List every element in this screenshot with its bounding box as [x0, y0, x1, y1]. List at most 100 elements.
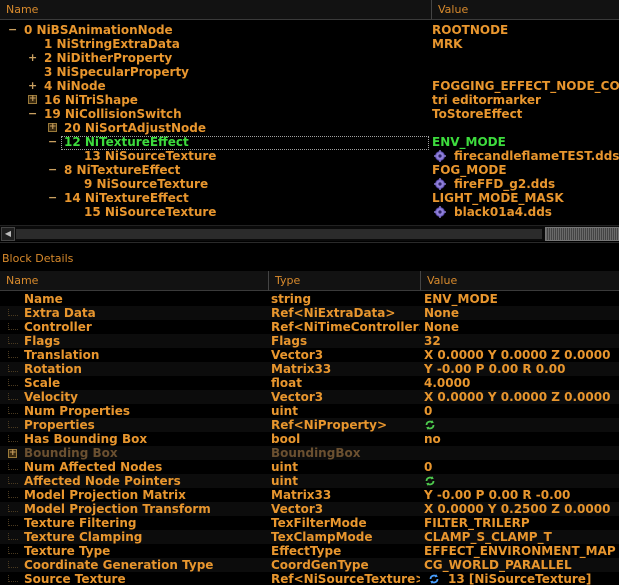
detail-row[interactable]: Translation Vector3 X 0.0000 Y 0.0000 Z 0.…: [0, 348, 619, 362]
scroll-track[interactable]: [16, 229, 542, 239]
detail-row[interactable]: Num Affected Nodes uint 0: [0, 460, 619, 474]
detail-type: BoundingBox: [271, 446, 361, 460]
tree-row-value: black01a4.dds: [434, 205, 619, 219]
detail-value[interactable]: 4.0000: [424, 376, 619, 390]
details-header-type[interactable]: Type: [268, 271, 420, 291]
detail-row[interactable]: Controller Ref<NiTimeController> None: [0, 320, 619, 334]
detail-row[interactable]: Velocity Vector3 X 0.0000 Y 0.0000 Z 0.000…: [0, 390, 619, 404]
detail-type: Matrix33: [271, 488, 332, 502]
detail-value[interactable]: CG_WORLD_PARALLEL: [424, 558, 619, 572]
expand-icon[interactable]: +: [28, 52, 37, 63]
detail-value[interactable]: 13 [NiSourceTexture]: [428, 572, 619, 585]
detail-value[interactable]: Y -0.00 P 0.00 R -0.00: [424, 488, 619, 502]
detail-name: Extra Data: [24, 306, 96, 320]
collapse-icon[interactable]: −: [8, 24, 17, 35]
tree-row[interactable]: −8 NiTextureEffect FOG_MODE: [0, 163, 619, 177]
detail-row[interactable]: Affected Node Pointers uint: [0, 474, 619, 488]
detail-type: Flags: [271, 334, 308, 348]
detail-type: Vector3: [271, 502, 324, 516]
refresh-link-icon[interactable]: [424, 419, 436, 431]
tree-connector: [8, 463, 18, 470]
tree-connector: [8, 421, 18, 428]
detail-value[interactable]: FILTER_TRILERP: [424, 516, 619, 530]
detail-value[interactable]: EFFECT_ENVIRONMENT_MAP: [424, 544, 619, 558]
detail-value[interactable]: [424, 474, 619, 488]
collapse-icon[interactable]: −: [48, 192, 57, 203]
detail-value[interactable]: 0: [424, 404, 619, 418]
detail-row[interactable]: Model Projection Matrix Matrix33 Y -0.00 P…: [0, 488, 619, 502]
detail-value[interactable]: 32: [424, 334, 619, 348]
detail-value[interactable]: Y -0.00 P 0.00 R 0.00: [424, 362, 619, 376]
tree-row-value-text: fireFFD_g2.dds: [454, 177, 556, 191]
detail-value[interactable]: X 0.0000 Y 0.0000 Z 0.0000: [424, 348, 619, 362]
collapse-icon[interactable]: −: [48, 136, 57, 147]
detail-row[interactable]: Texture Filtering TexFilterMode FILTER_TRI…: [0, 516, 619, 530]
scroll-left-arrow-icon[interactable]: ◀: [1, 227, 15, 241]
tree-row-value: firecandleflameTEST.dds: [434, 149, 619, 163]
detail-value[interactable]: ENV_MODE: [424, 292, 619, 306]
expand-icon[interactable]: +: [48, 123, 57, 132]
tree-row-value: fireFFD_g2.dds: [434, 177, 619, 191]
tree-row-name: 2 NiDitherProperty: [44, 51, 173, 65]
detail-value[interactable]: no: [424, 432, 619, 446]
tree-row[interactable]: +20 NiSortAdjustNode: [0, 121, 619, 135]
detail-value[interactable]: 0: [424, 460, 619, 474]
tree-row[interactable]: +16 NiTriShape tri editormarker: [0, 93, 619, 107]
detail-row[interactable]: Name string ENV_MODE: [0, 292, 619, 306]
detail-row[interactable]: Num Properties uint 0: [0, 404, 619, 418]
tree-horizontal-scrollbar[interactable]: ◀: [0, 225, 619, 241]
tree-row-name: 4 NiNode: [44, 79, 106, 93]
detail-value[interactable]: X 0.0000 Y 0.2500 Z 0.0000: [424, 502, 619, 516]
tree-connector: [8, 323, 18, 330]
detail-value[interactable]: CLAMP_S_CLAMP_T: [424, 530, 619, 544]
refresh-link-icon[interactable]: [428, 573, 440, 585]
detail-value[interactable]: None: [424, 306, 619, 320]
expand-icon[interactable]: +: [28, 95, 37, 104]
tree-row-name: 15 NiSourceTexture: [84, 205, 217, 219]
collapse-icon[interactable]: −: [28, 108, 37, 119]
tree-row[interactable]: −14 NiTextureEffect LIGHT_MODE_MASK: [0, 191, 619, 205]
tree-header-name[interactable]: Name: [0, 0, 431, 20]
tree-row[interactable]: 1 NiStringExtraData MRK: [0, 37, 619, 51]
tree-header-name-label: Name: [6, 3, 39, 16]
tree-connector: [8, 407, 18, 414]
detail-value[interactable]: X 0.0000 Y 0.0000 Z 0.0000: [424, 390, 619, 404]
tree-row[interactable]: 13 NiSourceTexture firecandleflameTEST.dd…: [0, 149, 619, 163]
refresh-link-icon[interactable]: [424, 475, 436, 487]
detail-row[interactable]: Scale float 4.0000: [0, 376, 619, 390]
detail-row[interactable]: Source Texture Ref<NiSourceTexture> 13 [Ni…: [0, 572, 619, 585]
detail-value[interactable]: [424, 446, 619, 460]
tree-row[interactable]: +2 NiDitherProperty: [0, 51, 619, 65]
details-header-value[interactable]: Value: [420, 271, 619, 291]
detail-row[interactable]: Extra Data Ref<NiExtraData> None: [0, 306, 619, 320]
expand-icon[interactable]: +: [28, 80, 37, 91]
tree-row[interactable]: −0 NiBSAnimationNode ROOTNODE: [0, 23, 619, 37]
detail-row[interactable]: Rotation Matrix33 Y -0.00 P 0.00 R 0.00: [0, 362, 619, 376]
detail-name: Model Projection Transform: [24, 502, 211, 516]
tree-header-value[interactable]: Value: [431, 0, 619, 20]
collapse-icon[interactable]: −: [48, 164, 57, 175]
detail-row[interactable]: + Bounding Box BoundingBox: [0, 446, 619, 460]
tree-row[interactable]: 15 NiSourceTexture black01a4.dds: [0, 205, 619, 219]
detail-row[interactable]: Coordinate Generation Type CoordGenType CG…: [0, 558, 619, 572]
detail-row[interactable]: Texture Clamping TexClampMode CLAMP_S_CLAM…: [0, 530, 619, 544]
tree-row[interactable]: +4 NiNode FOGGING_EFFECT_NODE_CONTR: [0, 79, 619, 93]
detail-value[interactable]: [424, 418, 619, 432]
detail-name: Affected Node Pointers: [24, 474, 181, 488]
expand-icon[interactable]: +: [8, 449, 17, 458]
tree-row[interactable]: 3 NiSpecularProperty: [0, 65, 619, 79]
detail-type: Ref<NiProperty>: [271, 418, 388, 432]
tree-row[interactable]: −19 NiCollisionSwitch ToStoreEffect: [0, 107, 619, 121]
tree-row[interactable]: 9 NiSourceTexture fireFFD_g2.dds: [0, 177, 619, 191]
detail-value[interactable]: None: [424, 320, 619, 334]
tree-row-name: 9 NiSourceTexture: [84, 177, 209, 191]
detail-row[interactable]: Has Bounding Box bool no: [0, 432, 619, 446]
details-header-name[interactable]: Name: [0, 271, 268, 291]
detail-row[interactable]: Model Projection Transform Vector3 X 0.000…: [0, 502, 619, 516]
scroll-thumb[interactable]: [545, 227, 619, 241]
detail-row[interactable]: Properties Ref<NiProperty>: [0, 418, 619, 432]
detail-type: TexClampMode: [271, 530, 373, 544]
detail-row[interactable]: Texture Type EffectType EFFECT_ENVIRONMENT…: [0, 544, 619, 558]
detail-row[interactable]: Flags Flags 32: [0, 334, 619, 348]
tree-connector: [8, 491, 18, 498]
